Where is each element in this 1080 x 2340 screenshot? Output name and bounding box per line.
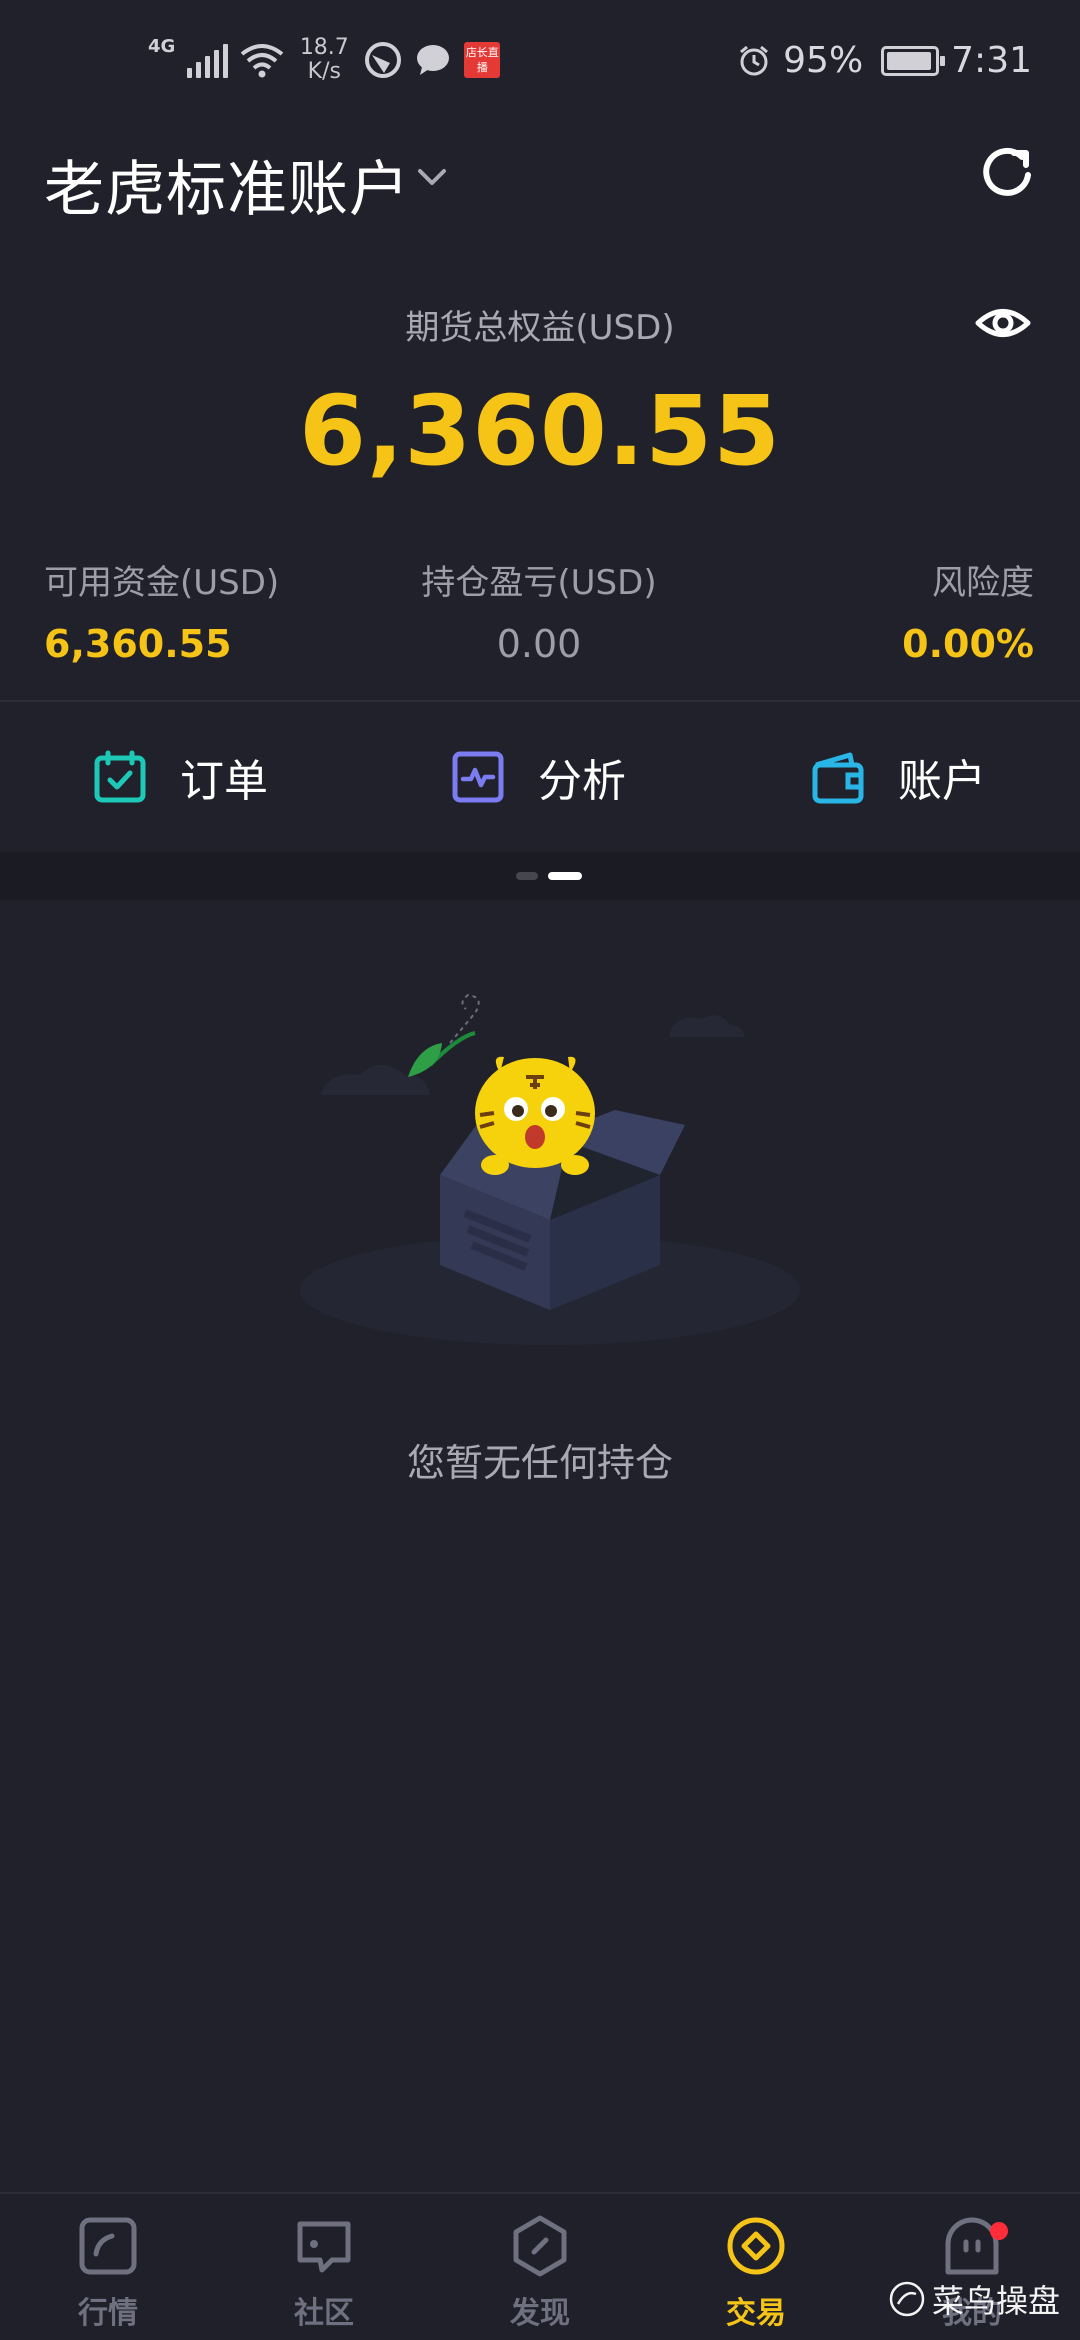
equity-value: 6,360.55 <box>299 375 781 487</box>
header: 老虎标准账户 <box>44 135 1036 225</box>
status-right: 95% 7:31 <box>737 40 1032 81</box>
orders-button[interactable]: 订单 <box>92 742 268 812</box>
account-button[interactable]: 账户 <box>810 742 986 812</box>
alarm-icon <box>740 45 769 75</box>
analysis-label: 分析 <box>538 756 626 807</box>
quick-actions: 订单 分析 账户 <box>0 702 1080 850</box>
watermark-text: 菜鸟操盘 <box>931 2282 1060 2320</box>
chevron-down-icon[interactable] <box>412 157 452 197</box>
page-dot-active[interactable] <box>548 872 582 880</box>
status-left: 4G 18.7 K/s 店长直播 <box>148 35 501 84</box>
network-speed: 18.7 K/s <box>299 35 349 84</box>
page-dot[interactable] <box>516 872 538 880</box>
nav-label: 社区 <box>294 2296 354 2331</box>
nav-item-community[interactable]: 社区 <box>216 2214 432 2332</box>
calendar-check-icon <box>94 750 146 803</box>
pulse-chart-icon <box>452 751 504 803</box>
market-icon <box>79 2217 137 2275</box>
equity-label: 期货总权益(USD) <box>405 308 675 348</box>
page-indicator <box>0 852 1080 900</box>
trade-icon <box>727 2217 785 2275</box>
empty-box-tiger-illustration <box>300 993 800 1345</box>
clock: 7:31 <box>951 40 1032 81</box>
community-icon <box>297 2221 351 2273</box>
eye-icon[interactable] <box>974 300 1032 346</box>
position-pnl: 持仓盈亏(USD) 0.00 <box>44 555 1034 666</box>
chat-notification-icon <box>417 45 450 75</box>
battery-icon <box>881 45 946 76</box>
nav-label: 发现 <box>510 2296 570 2331</box>
network-type: 4G <box>148 35 176 57</box>
account-label: 账户 <box>898 756 986 807</box>
notification-badge <box>990 2222 1008 2240</box>
stat-value: 0.00 <box>496 622 582 666</box>
live-badge-icon: 店长直播 <box>464 42 501 78</box>
risk-level: 风险度 0.00% <box>902 555 1034 666</box>
nav-item-discover[interactable]: 发现 <box>432 2214 648 2332</box>
stat-value: 0.00% <box>902 622 1034 666</box>
wifi-icon <box>241 44 284 78</box>
signal-icon <box>187 42 229 78</box>
account-selector[interactable]: 老虎标准账户 <box>44 141 410 228</box>
refresh-icon[interactable] <box>978 143 1036 201</box>
empty-positions-message: 您暂无任何持仓 <box>406 1441 673 1485</box>
discover-icon <box>513 2215 567 2277</box>
nav-label: 行情 <box>78 2296 138 2331</box>
wallet-icon <box>812 752 864 804</box>
status-bar: 4G 18.7 K/s 店长直播 95% 7:31 <box>0 0 1080 130</box>
stat-label: 持仓盈亏(USD) <box>421 563 657 603</box>
orders-label: 订单 <box>180 756 268 807</box>
battery-percent: 95% <box>783 40 864 81</box>
notification-app-icon <box>365 42 402 78</box>
account-stats: 可用资金(USD) 6,360.55 持仓盈亏(USD) 0.00 风险度 0.… <box>44 555 1034 666</box>
nav-label: 交易 <box>726 2296 786 2331</box>
analysis-button[interactable]: 分析 <box>450 742 626 812</box>
stat-label: 风险度 <box>932 563 1034 603</box>
watermark: 菜鸟操盘 <box>888 2276 1060 2322</box>
nav-item-market[interactable]: 行情 <box>0 2214 216 2332</box>
watermark-logo-icon <box>889 2281 925 2317</box>
nav-item-trade[interactable]: 交易 <box>648 2214 864 2332</box>
